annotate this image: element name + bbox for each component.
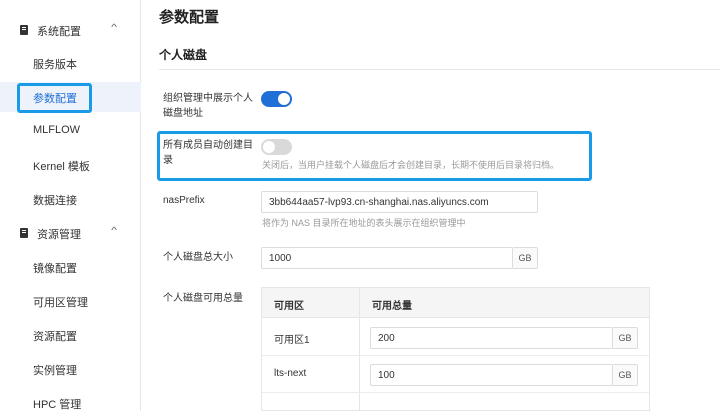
sidebar-item-label: 服务版本 [33,59,77,71]
section-title: 个人磁盘 [159,48,208,62]
sidebar-item-label: 资源配置 [33,331,77,343]
nas-prefix-hint: 将作为 NAS 目录所在地址的表头展示在组织管理中 [262,218,466,228]
total-size-unit: GB [513,247,538,269]
zone-total-input[interactable] [370,327,613,349]
total-size-input[interactable] [261,247,513,269]
zone-total-input[interactable] [370,364,613,386]
zone-name: lts-next [274,368,307,379]
sidebar-item-hpc-management[interactable]: HPC 管理 [0,388,141,411]
document-icon [20,25,28,35]
column-header-zone: 可用区 [274,301,304,312]
sidebar-item-label: 数据连接 [33,195,77,207]
sidebar-group-system-config[interactable]: 系统配置 ^ [0,15,141,45]
auto-create-dir-highlight [157,131,592,181]
sidebar: 系统配置 ^ 服务版本 参数配置 MLFLOW Kernel 模板 数据连接 资… [0,0,141,411]
available-total-label: 个人磁盘可用总量 [163,293,243,304]
document-icon [20,228,28,238]
nas-prefix-input[interactable] [261,191,538,213]
sidebar-item-service-version[interactable]: 服务版本 [0,48,141,78]
active-item-highlight [17,83,92,113]
section-divider [159,69,720,70]
sidebar-item-label: 可用区管理 [33,297,88,309]
page-title: 参数配置 [159,9,220,26]
sidebar-item-label: 实例管理 [33,365,77,377]
toggle-knob [278,93,290,105]
nas-prefix-label: nasPrefix [163,195,205,206]
zone-name: 可用区1 [274,335,310,346]
available-total-table: 可用区 可用总量 可用区1 GB lts-next GB [261,287,650,411]
label-line: 磁盘地址 [163,108,203,119]
sidebar-group-resource-management[interactable]: 资源管理 ^ [0,218,141,248]
sidebar-item-instance-management[interactable]: 实例管理 [0,354,141,384]
table-row: lts-next GB [262,356,649,393]
zone-total-unit: GB [613,364,638,386]
show-disk-address-label: 组织管理中展示个人 磁盘地址 [163,91,253,121]
sidebar-item-zone-management[interactable]: 可用区管理 [0,286,141,316]
sidebar-item-label: 镜像配置 [33,263,77,275]
sidebar-item-data-connection[interactable]: 数据连接 [0,184,141,214]
sidebar-item-image-config[interactable]: 镜像配置 [0,252,141,282]
total-size-label: 个人磁盘总大小 [163,252,233,263]
label-line: 组织管理中展示个人 [163,93,253,104]
chevron-up-icon[interactable]: ^ [111,225,117,235]
sidebar-item-resource-config[interactable]: 资源配置 [0,320,141,350]
sidebar-item-mlflow[interactable]: MLFLOW [0,116,141,146]
zone-total-unit: GB [613,327,638,349]
show-disk-address-toggle[interactable] [261,91,292,107]
sidebar-item-kernel-template[interactable]: Kernel 模板 [0,150,141,180]
sidebar-item-label: MLFLOW [33,124,81,136]
sidebar-group-label: 资源管理 [37,229,81,241]
sidebar-item-label: Kernel 模板 [33,161,90,173]
chevron-up-icon[interactable]: ^ [111,22,117,32]
table-header: 可用区 可用总量 [262,288,649,318]
column-header-total: 可用总量 [372,301,412,312]
table-row: 可用区1 GB [262,319,649,356]
sidebar-group-label: 系统配置 [37,26,81,38]
sidebar-item-label: HPC 管理 [33,399,82,411]
